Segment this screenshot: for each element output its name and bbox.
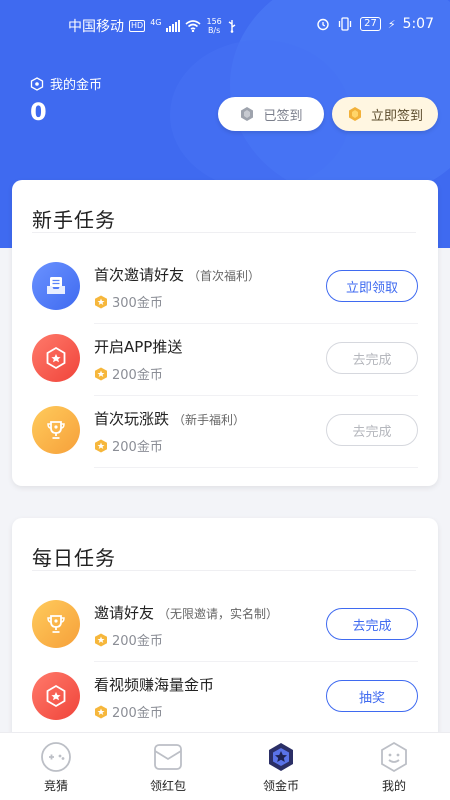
trophy-icon bbox=[32, 600, 80, 648]
vibrate-icon bbox=[338, 17, 352, 31]
task-reward: 200金币 bbox=[94, 630, 163, 649]
status-right: 27 ⚡ 5:07 bbox=[316, 16, 434, 32]
reward-amount: 200金币 bbox=[112, 634, 163, 649]
task-title-text: 首次邀请好友 bbox=[94, 266, 185, 284]
task-note: （新手福利） bbox=[173, 413, 246, 427]
task-item: 开启APP推送 200金币 去完成 bbox=[32, 324, 418, 396]
card-title: 新手任务 bbox=[32, 208, 116, 232]
coin-label-text: 我的金币 bbox=[50, 78, 103, 93]
task-item: 邀请好友 （无限邀请，实名制） 200金币 去完成 bbox=[32, 590, 418, 662]
signal-icon bbox=[166, 20, 181, 32]
envelope-icon bbox=[154, 744, 182, 770]
tab-label: 我的 bbox=[381, 779, 406, 793]
coin-icon bbox=[95, 439, 107, 452]
newbie-task-card: 新手任务 首次邀请好友 （首次福利） 300金币 立即领取 开启APP推送 200… bbox=[12, 180, 438, 486]
star-badge-icon bbox=[32, 672, 80, 720]
coin-outline-icon bbox=[30, 76, 44, 91]
task-title: 开启APP推送 bbox=[94, 336, 186, 357]
task-title-text: 看视频赚海量金币 bbox=[94, 676, 215, 694]
battery-level: 27 bbox=[360, 17, 381, 31]
wifi-icon bbox=[185, 20, 202, 32]
go-complete-button[interactable]: 去完成 bbox=[326, 608, 418, 640]
task-reward: 200金币 bbox=[94, 436, 163, 455]
tab-coins[interactable]: 领金币 bbox=[225, 733, 337, 800]
usb-icon bbox=[228, 20, 236, 33]
network-type: 4G bbox=[150, 17, 162, 27]
lottery-button[interactable]: 抽奖 bbox=[326, 680, 418, 712]
star-badge-icon bbox=[32, 334, 80, 382]
go-complete-button[interactable]: 去完成 bbox=[326, 342, 418, 374]
divider bbox=[94, 467, 418, 468]
sign-now-label: 立即签到 bbox=[370, 108, 423, 124]
task-reward: 200金币 bbox=[94, 702, 163, 721]
sign-now-button[interactable]: 立即签到 bbox=[332, 97, 438, 131]
task-reward: 300金币 bbox=[94, 292, 163, 311]
alarm-icon bbox=[317, 18, 329, 31]
task-title: 首次玩涨跌 （新手福利） bbox=[94, 408, 245, 429]
task-note: （首次福利） bbox=[188, 269, 261, 283]
task-reward: 200金币 bbox=[94, 364, 163, 383]
bottom-tab-bar: 竞猜 领红包 领金币 我的 bbox=[0, 732, 450, 800]
network-speed: 156 B/s bbox=[206, 17, 221, 35]
hd-badge: HD bbox=[129, 20, 146, 32]
status-left: 中国移动 HD 4G 156 B/s bbox=[68, 16, 237, 36]
speed-value: 156 bbox=[206, 17, 222, 26]
profile-face-icon bbox=[381, 741, 407, 773]
carrier-name: 中国移动 bbox=[68, 19, 124, 35]
task-title: 看视频赚海量金币 bbox=[94, 674, 218, 695]
task-title-text: 邀请好友 bbox=[94, 604, 155, 622]
tab-red-packet[interactable]: 领红包 bbox=[112, 733, 224, 800]
task-note: （无限邀请，实名制） bbox=[158, 607, 279, 621]
coin-gold-icon bbox=[348, 107, 361, 121]
charging-icon: ⚡ bbox=[387, 17, 396, 31]
signed-label: 已签到 bbox=[263, 108, 303, 124]
task-item: 首次邀请好友 （首次福利） 300金币 立即领取 bbox=[32, 252, 418, 324]
tab-mine[interactable]: 我的 bbox=[338, 733, 450, 800]
tab-label: 领金币 bbox=[262, 779, 299, 793]
divider bbox=[32, 570, 416, 571]
clock-time: 5:07 bbox=[402, 16, 434, 32]
task-item: 首次玩涨跌 （新手福利） 200金币 去完成 bbox=[32, 396, 418, 468]
inbox-icon bbox=[32, 262, 80, 310]
reward-amount: 200金币 bbox=[112, 368, 163, 383]
signed-button[interactable]: 已签到 bbox=[218, 97, 324, 131]
gamepad-icon bbox=[41, 742, 71, 772]
task-title: 邀请好友 （无限邀请，实名制） bbox=[94, 602, 278, 623]
reward-amount: 200金币 bbox=[112, 440, 163, 455]
claim-button[interactable]: 立即领取 bbox=[326, 270, 418, 302]
coin-icon bbox=[95, 367, 107, 380]
speed-unit: B/s bbox=[207, 26, 221, 35]
tab-label: 竞猜 bbox=[43, 779, 68, 793]
coin-count: 0 bbox=[30, 98, 47, 126]
coin-icon bbox=[95, 633, 107, 646]
card-title: 每日任务 bbox=[32, 546, 116, 570]
coin-badge-icon bbox=[269, 743, 293, 771]
coin-label: 我的金币 bbox=[30, 74, 102, 93]
coin-icon bbox=[95, 705, 107, 718]
status-bar: 中国移动 HD 4G 156 B/s 27 ⚡ 5:07 bbox=[0, 0, 450, 52]
tab-label: 领红包 bbox=[149, 779, 186, 793]
task-title: 首次邀请好友 （首次福利） bbox=[94, 264, 260, 285]
task-item: 看视频赚海量金币 200金币 抽奖 bbox=[32, 662, 418, 734]
reward-amount: 200金币 bbox=[112, 706, 163, 721]
task-title-text: 开启APP推送 bbox=[94, 338, 183, 356]
coin-gray-icon bbox=[241, 107, 254, 121]
daily-task-card: 每日任务 邀请好友 （无限邀请，实名制） 200金币 去完成 看视频赚海量金币 2… bbox=[12, 518, 438, 758]
coin-icon bbox=[95, 295, 107, 308]
divider bbox=[32, 232, 416, 233]
reward-amount: 300金币 bbox=[112, 296, 163, 311]
tab-guess[interactable]: 竞猜 bbox=[0, 733, 112, 800]
task-title-text: 首次玩涨跌 bbox=[94, 410, 170, 428]
go-complete-button[interactable]: 去完成 bbox=[326, 414, 418, 446]
trophy-icon bbox=[32, 406, 80, 454]
